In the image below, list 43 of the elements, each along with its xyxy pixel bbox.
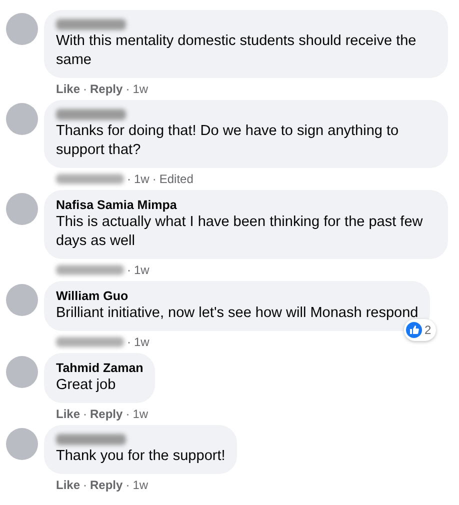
action-link[interactable]: Reply bbox=[90, 80, 123, 98]
reaction-count: 2 bbox=[424, 322, 432, 339]
separator-dot: · bbox=[124, 477, 131, 494]
separator-dot: · bbox=[126, 334, 132, 351]
comment-text: Thank you for the support! bbox=[56, 447, 226, 466]
action-link[interactable]: Like bbox=[56, 80, 80, 98]
thumbs-up-icon bbox=[406, 322, 422, 338]
timestamp[interactable]: 1w bbox=[134, 333, 150, 351]
separator-dot: · bbox=[126, 171, 132, 188]
action-link[interactable]: Like bbox=[56, 476, 80, 494]
avatar-photo-placeholder[interactable] bbox=[6, 103, 38, 135]
comment-text: Thanks for doing that! Do we have to sign anything to support that? bbox=[56, 122, 400, 160]
timestamp[interactable]: 1w bbox=[132, 405, 148, 423]
comment-text: This is actually what I have been thinking for the past few days as well bbox=[56, 213, 424, 251]
action-link[interactable]: Reply bbox=[90, 405, 123, 423]
edited-label: Edited bbox=[159, 171, 194, 188]
action-link[interactable]: Like bbox=[56, 405, 80, 423]
timestamp[interactable]: 1w bbox=[134, 261, 150, 279]
blurred-actions bbox=[56, 265, 124, 275]
separator-dot: · bbox=[82, 477, 88, 494]
avatar-photo-placeholder[interactable] bbox=[6, 193, 38, 225]
separator-dot: · bbox=[126, 262, 132, 279]
timestamp[interactable]: 1w bbox=[134, 170, 150, 188]
timestamp[interactable]: 1w bbox=[132, 476, 148, 494]
comment-text: With this mentality domestic students should receive the same bbox=[56, 32, 418, 70]
author-name[interactable]: William Guo bbox=[56, 288, 128, 304]
avatar-photo-placeholder[interactable] bbox=[6, 428, 38, 460]
avatar-photo-placeholder[interactable] bbox=[6, 284, 38, 316]
separator-dot: · bbox=[151, 171, 158, 188]
timestamp[interactable]: 1w bbox=[132, 80, 148, 98]
avatar-photo-placeholder[interactable] bbox=[6, 356, 38, 388]
author-name[interactable]: Tahmid Zaman bbox=[56, 360, 144, 376]
action-link[interactable]: Reply bbox=[90, 476, 123, 494]
separator-dot: · bbox=[124, 81, 131, 98]
reaction-count-badge[interactable]: 2 bbox=[404, 319, 436, 341]
separator-dot: · bbox=[82, 406, 88, 423]
author-name[interactable]: Nafisa Samia Mimpa bbox=[56, 197, 177, 213]
blurred-actions bbox=[56, 174, 124, 184]
blurred-actions bbox=[56, 337, 124, 347]
comment-text: Great job bbox=[56, 376, 117, 395]
avatar-photo-placeholder[interactable] bbox=[6, 13, 38, 45]
separator-dot: · bbox=[82, 81, 88, 98]
separator-dot: · bbox=[124, 406, 131, 423]
